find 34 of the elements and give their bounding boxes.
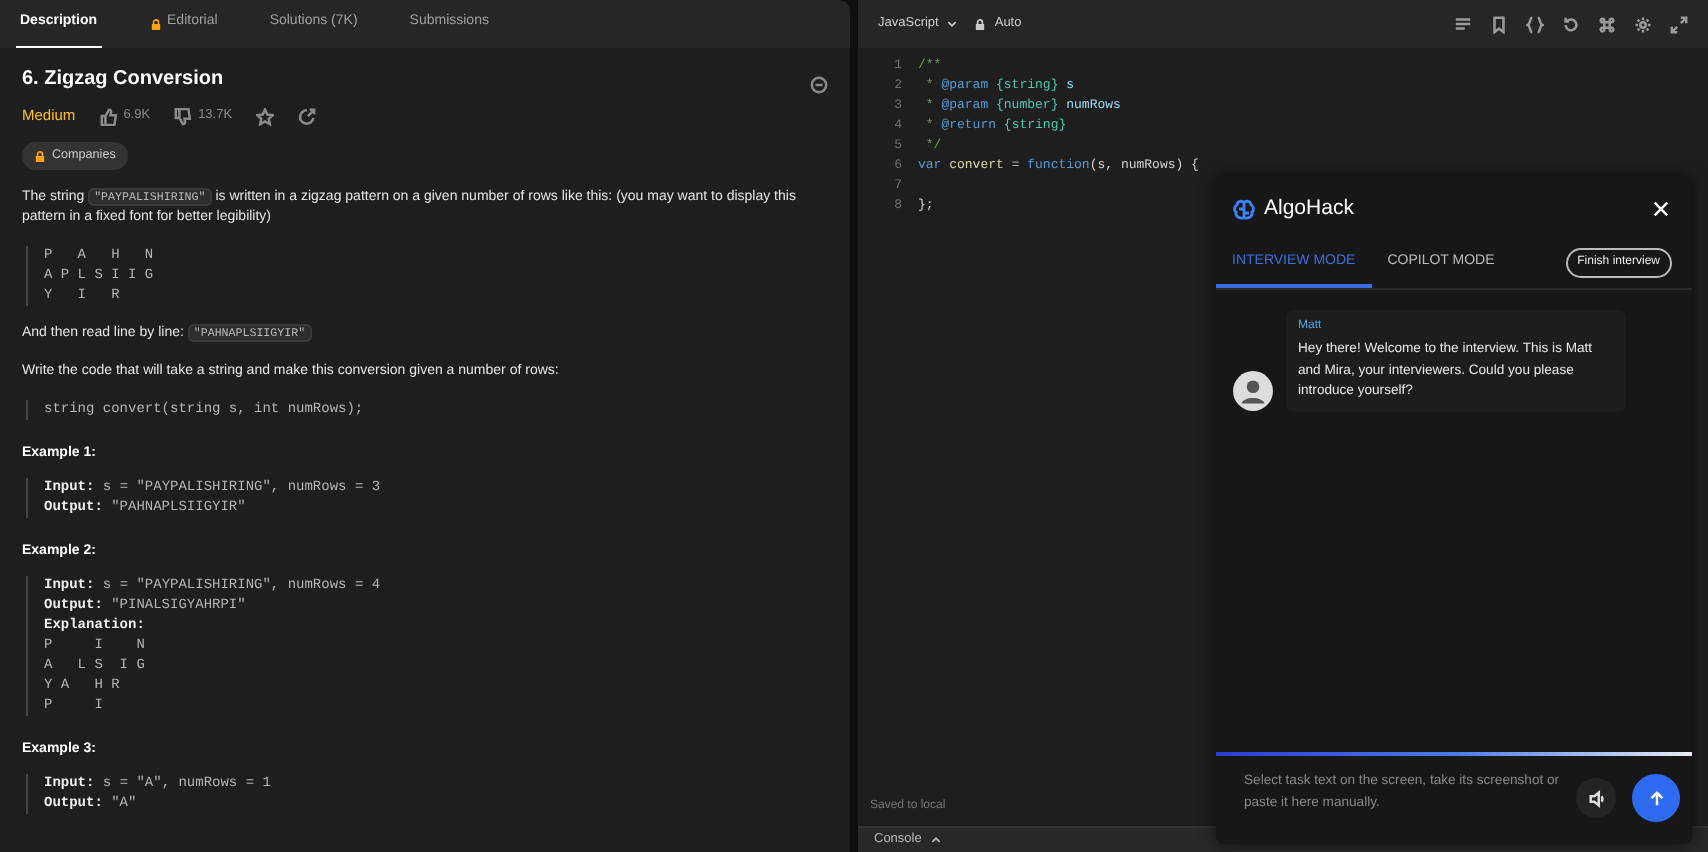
arrow-up-icon bbox=[1647, 789, 1665, 807]
chevron-down-icon bbox=[946, 18, 959, 30]
speaker-icon bbox=[1587, 789, 1605, 807]
format-icon bbox=[1454, 15, 1472, 33]
lock-icon bbox=[34, 150, 46, 162]
lock-icon bbox=[974, 18, 987, 30]
toolbar-button[interactable] bbox=[1598, 15, 1616, 33]
lock-icon bbox=[149, 17, 162, 29]
share-icon bbox=[298, 107, 317, 125]
close-icon bbox=[1652, 199, 1670, 218]
brain-icon bbox=[1232, 197, 1256, 222]
toolbar-button[interactable] bbox=[1634, 15, 1652, 33]
thumbs-down-icon bbox=[174, 107, 193, 125]
braces-icon bbox=[1526, 15, 1544, 33]
toolbar-button[interactable] bbox=[1490, 15, 1508, 33]
toolbar-button[interactable] bbox=[1562, 15, 1580, 33]
toolbar-button[interactable] bbox=[1670, 15, 1688, 33]
avatar bbox=[1232, 369, 1274, 412]
toolbar-button[interactable] bbox=[1526, 15, 1544, 33]
settings-icon bbox=[1634, 15, 1652, 33]
bookmark-icon bbox=[1490, 15, 1508, 33]
expand-icon bbox=[1670, 15, 1688, 33]
star-icon bbox=[256, 107, 275, 125]
status-icon bbox=[810, 76, 828, 94]
toolbar-button[interactable] bbox=[1454, 15, 1472, 33]
command-icon bbox=[1598, 15, 1616, 33]
panel-title: AlgoHack bbox=[1264, 194, 1354, 224]
thumbs-up-icon bbox=[99, 107, 118, 125]
speaker-button[interactable] bbox=[1576, 778, 1616, 818]
reset-icon bbox=[1562, 15, 1580, 33]
problem-title: 6. Zigzag Conversion bbox=[22, 70, 224, 90]
chevron-up-icon bbox=[929, 834, 942, 846]
close-button[interactable] bbox=[1652, 199, 1672, 220]
send-button[interactable] bbox=[1632, 774, 1680, 822]
